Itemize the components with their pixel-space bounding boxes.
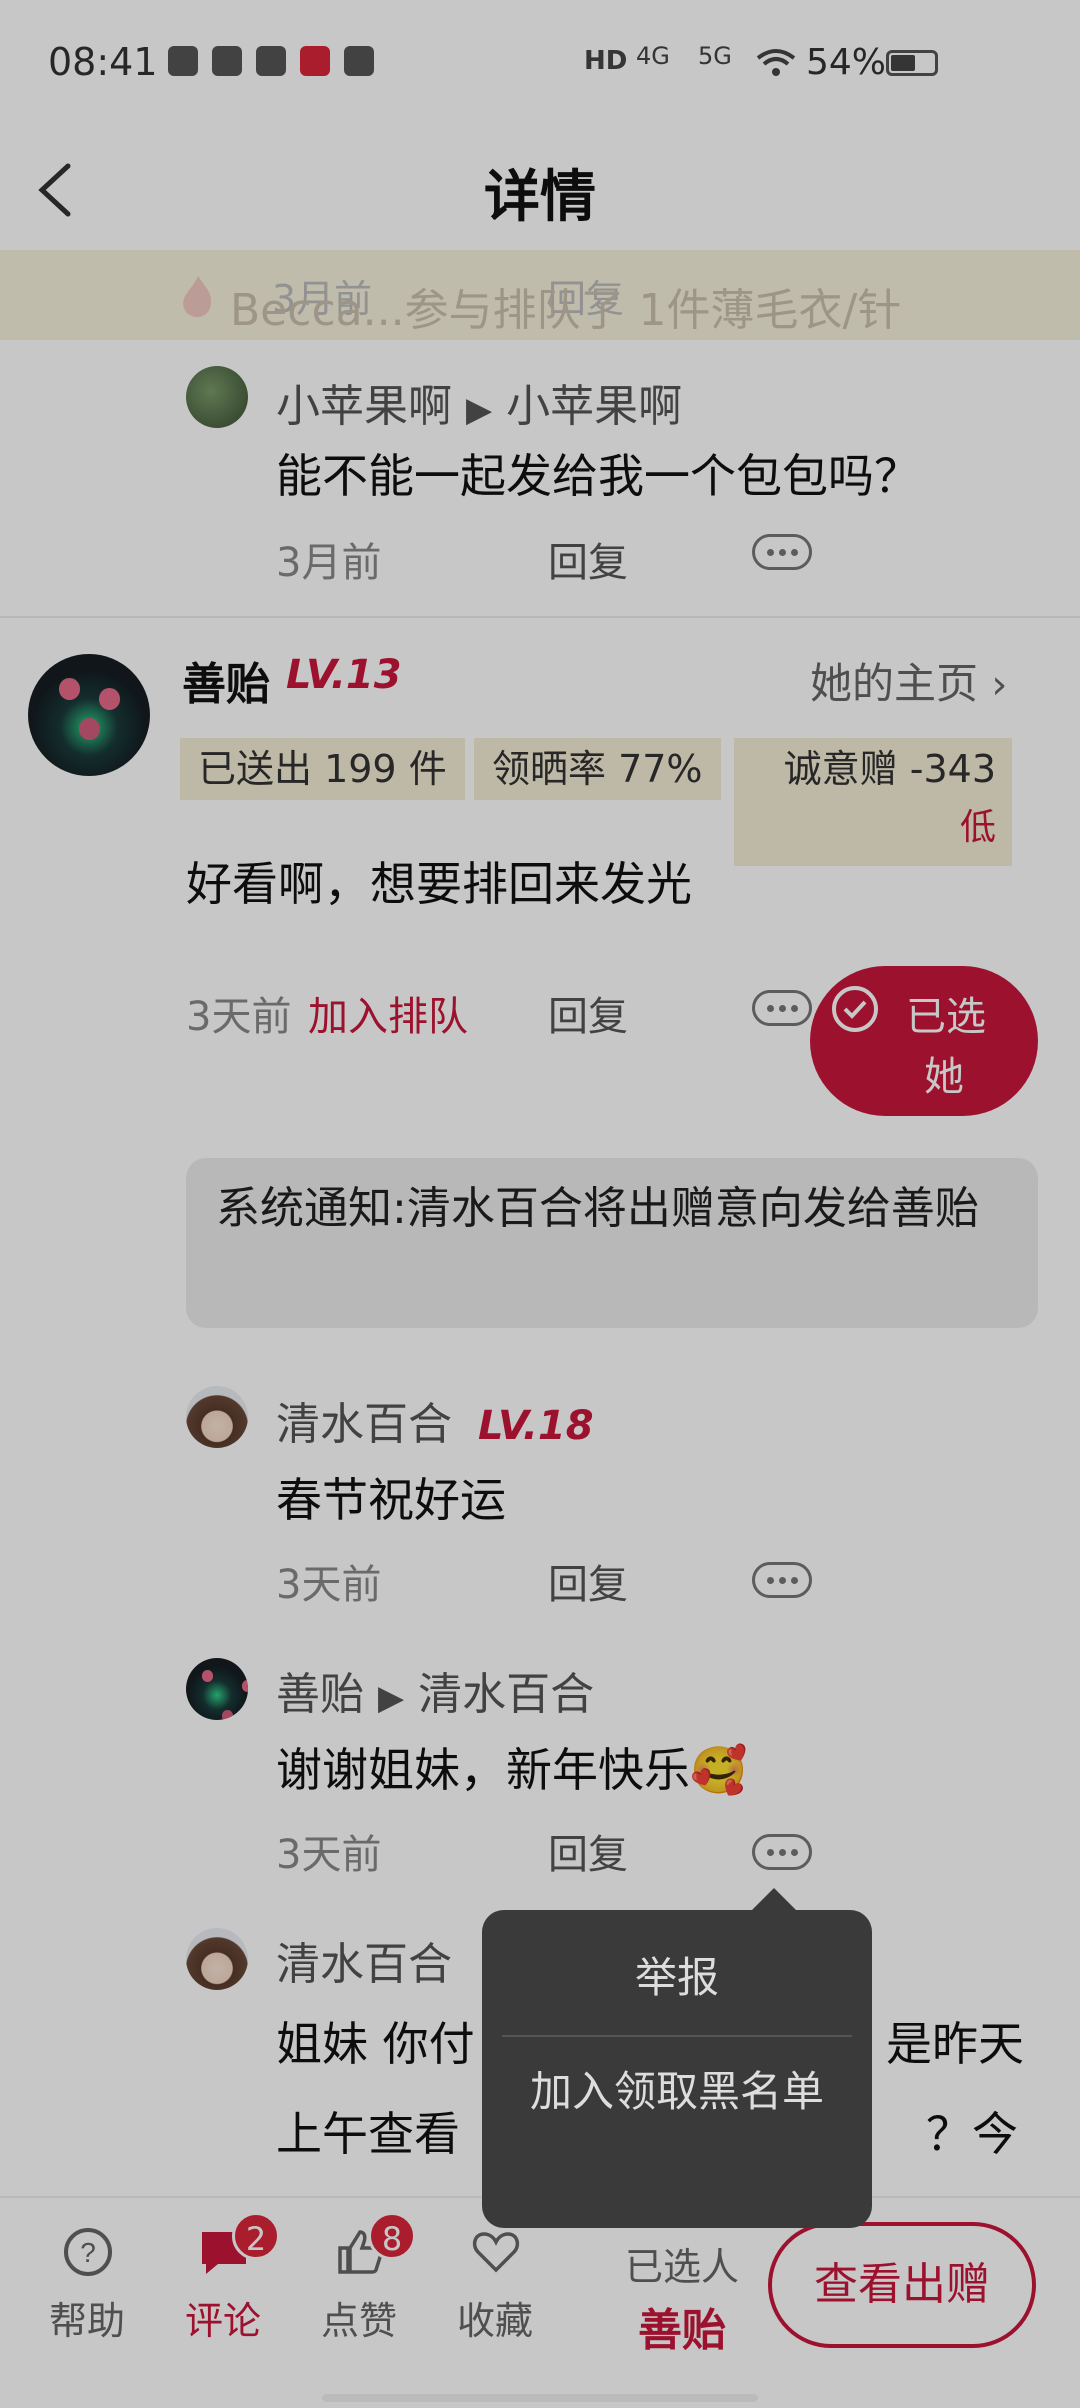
divider — [502, 2035, 852, 2037]
blacklist-menu-item[interactable]: 加入领取黑名单 — [522, 2060, 832, 2124]
home-indicator[interactable] — [322, 2394, 758, 2402]
report-menu-item[interactable]: 举报 — [482, 1938, 872, 2018]
more-options-popup: 举报 加入领取黑名单 — [482, 1888, 872, 2228]
